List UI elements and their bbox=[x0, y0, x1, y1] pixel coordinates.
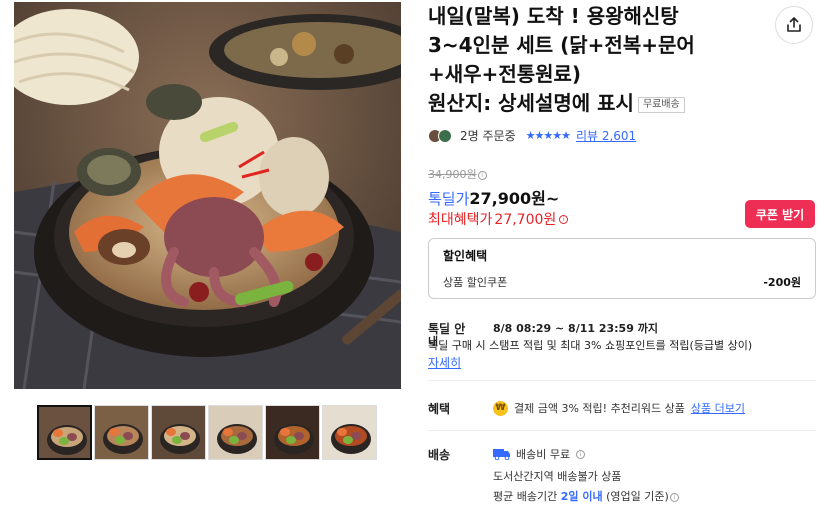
benefit-text: 결제 금액 3% 적립! 추천리워드 상품 bbox=[514, 402, 685, 415]
sale-price-value: 27,900원~ bbox=[469, 189, 560, 208]
meta-row: 2명 주문중 ★★★★★ 리뷰 2,601 bbox=[428, 127, 636, 144]
sale-price-row: 톡딜가 27,900원~ bbox=[428, 185, 559, 209]
info-icon[interactable]: i bbox=[576, 449, 586, 459]
truck-icon bbox=[493, 449, 510, 460]
divider bbox=[428, 380, 816, 381]
avg-delivery-row: 평균 배송기간 2일 이내 (영업일 기준) i bbox=[493, 488, 679, 504]
avg-delivery-suffix: (영업일 기준) bbox=[606, 490, 669, 503]
thumb-1[interactable] bbox=[37, 405, 92, 460]
benefit-label: 혜택 bbox=[428, 402, 451, 416]
discount-item-amount: -200원 bbox=[763, 276, 801, 289]
rating-stars: ★★★★★ bbox=[525, 129, 571, 142]
avatar bbox=[438, 128, 452, 143]
title-line-1: 내일(말복) 도착 ! 용왕해신탕 bbox=[428, 4, 679, 28]
max-benefit-label: 최대혜택가 bbox=[428, 212, 493, 228]
avg-delivery-prefix: 평균 배송기간 bbox=[493, 490, 558, 503]
more-products-link[interactable]: 상품 더보기 bbox=[691, 400, 745, 416]
main-product-image bbox=[14, 2, 401, 389]
coupon-button[interactable]: 쿠폰 받기 bbox=[745, 200, 815, 228]
discount-line: 상품 할인쿠폰 -200원 bbox=[443, 274, 801, 290]
share-icon bbox=[787, 17, 801, 32]
thumb-6[interactable] bbox=[322, 405, 377, 460]
won-coin-icon: ₩ bbox=[493, 400, 508, 416]
free-shipping-badge: 무료배송 bbox=[637, 97, 685, 113]
max-benefit-price-row: 최대혜택가 27,700원 i bbox=[428, 209, 569, 229]
orders-count: 2명 주문중 bbox=[460, 129, 516, 143]
thumb-3[interactable] bbox=[151, 405, 206, 460]
discount-item-label: 상품 할인쿠폰 bbox=[443, 276, 508, 289]
discount-heading: 할인혜택 bbox=[443, 249, 488, 263]
info-icon[interactable]: i bbox=[477, 171, 487, 180]
thumb-4[interactable] bbox=[208, 405, 263, 460]
title-line-3: +새우+전통원료) bbox=[428, 62, 582, 86]
reviews-link[interactable]: 리뷰 2,601 bbox=[576, 127, 636, 144]
talkdeal-period: 8/8 08:29 ~ 8/11 23:59 까지 bbox=[493, 322, 658, 335]
original-price: 34,900원 i bbox=[428, 166, 487, 182]
buyer-avatars bbox=[428, 128, 452, 143]
product-title: 내일(말복) 도착 ! 용왕해신탕 3~4인분 세트 (닭+전복+문어 +새우+… bbox=[428, 2, 768, 118]
title-line-4: 원산지: 상세설명에 표시 무료배송 bbox=[428, 89, 768, 118]
info-icon[interactable]: i bbox=[559, 214, 569, 224]
thumb-2[interactable] bbox=[94, 405, 149, 460]
sale-price-label: 톡딜가 bbox=[428, 190, 470, 208]
thumb-5[interactable] bbox=[265, 405, 320, 460]
share-button[interactable] bbox=[775, 6, 813, 44]
detail-link[interactable]: 자세히 bbox=[428, 354, 461, 371]
avg-delivery-value: 2일 이내 bbox=[560, 490, 603, 503]
info-icon[interactable]: i bbox=[669, 493, 679, 502]
max-benefit-price: 27,700원 bbox=[494, 212, 557, 228]
shipping-fee: 배송비 무료 bbox=[516, 448, 571, 461]
benefit-row: ₩ 결제 금액 3% 적립! 추천리워드 상품 상품 더보기 bbox=[493, 400, 745, 416]
original-price-value: 34,900원 bbox=[428, 168, 477, 181]
product-photo bbox=[14, 2, 401, 389]
shipping-restriction: 도서산간지역 배송불가 상품 bbox=[493, 470, 622, 483]
shipping-fee-row: 배송비 무료 i bbox=[493, 446, 586, 462]
discount-box: 할인혜택 상품 할인쿠폰 -200원 bbox=[428, 238, 816, 299]
shipping-label: 배송 bbox=[428, 448, 451, 462]
divider bbox=[428, 430, 816, 431]
thumbnail-strip bbox=[37, 405, 377, 460]
stamp-note: 톡딜 구매 시 스탬프 적립 및 최대 3% 쇼핑포인트를 적립(등급별 상이) bbox=[428, 339, 753, 352]
origin-text: 원산지: 상세설명에 표시 bbox=[428, 91, 634, 115]
title-line-2: 3~4인분 세트 (닭+전복+문어 bbox=[428, 33, 695, 57]
